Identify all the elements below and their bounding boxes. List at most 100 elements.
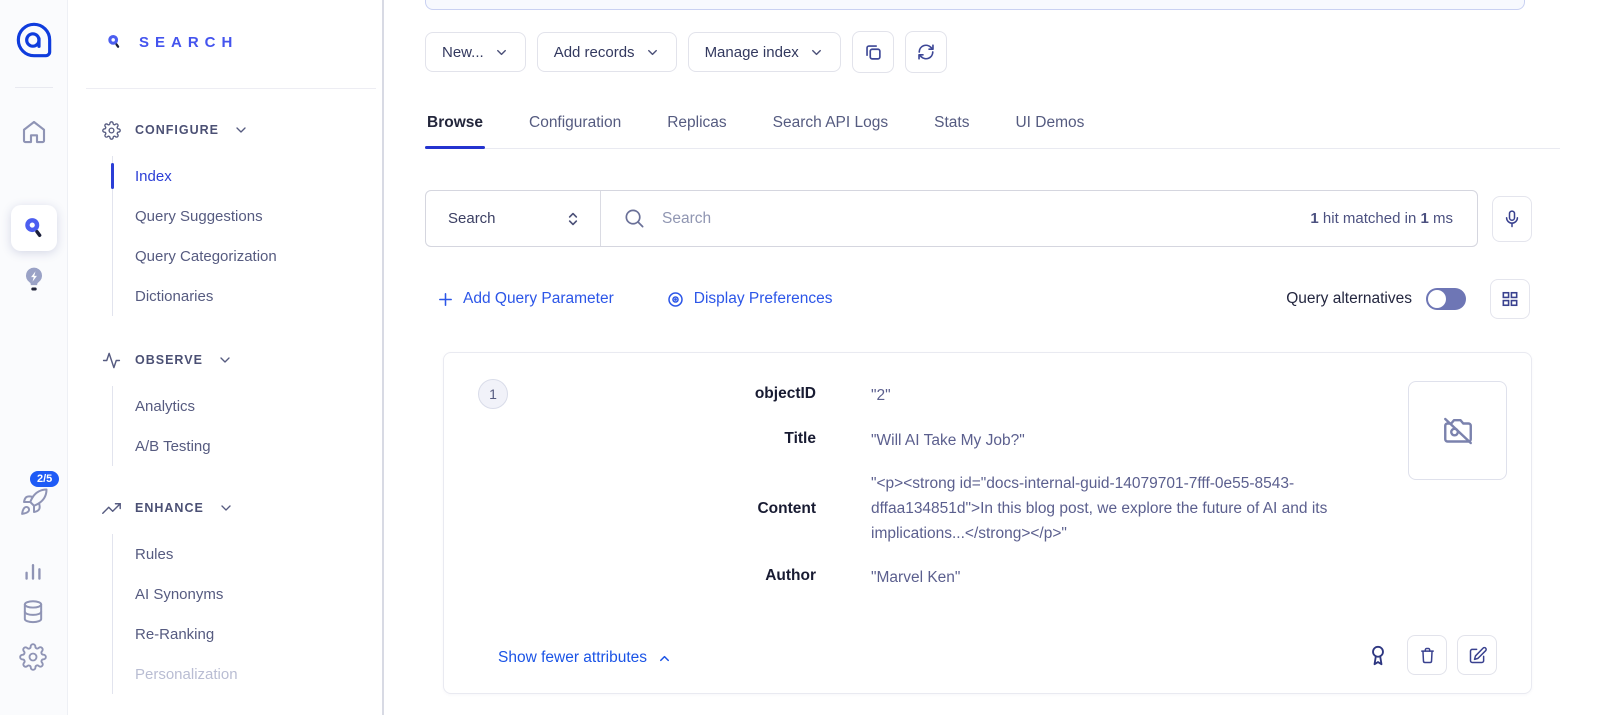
search-input[interactable] [662,210,1310,228]
tab-replicas[interactable]: Replicas [665,106,728,148]
sidebar-item-index[interactable]: Index [113,156,382,196]
hits-status: 1 hit matched in 1 ms [1310,210,1453,227]
section-enhance[interactable]: ENHANCE [68,490,382,526]
trash-icon [1417,645,1438,666]
refresh-button[interactable] [905,31,947,73]
plus-icon [437,291,454,308]
edit-record-button[interactable] [1457,635,1497,675]
attribute-row-title: Title "Will AI Take My Job?" [444,428,1025,453]
edit-pencil-icon [1467,645,1488,666]
lightbulb-icon[interactable] [18,263,48,293]
search-product-icon [104,32,125,53]
query-controls-row: Add Query Parameter Display Preferences … [437,279,1530,319]
grid-icon [1500,289,1520,309]
database-icon[interactable] [19,598,49,628]
rocket-icon[interactable] [19,487,49,517]
index-selector-cutoff [425,0,1525,10]
tab-browse[interactable]: Browse [425,106,485,148]
microphone-icon [1502,209,1522,229]
result-actions [1365,635,1497,675]
voice-search-button[interactable] [1492,196,1532,242]
query-alternatives-toggle[interactable] [1426,288,1466,310]
show-fewer-attributes-link[interactable]: Show fewer attributes [498,649,672,667]
copy-index-button[interactable] [852,31,894,73]
eye-icon [666,290,685,309]
enhance-items: Rules AI Synonyms Re-Ranking Personaliza… [112,534,382,694]
chevron-down-icon [217,352,233,368]
add-query-parameter-link[interactable]: Add Query Parameter [437,290,614,308]
manage-index-label: Manage index [705,44,799,61]
chevron-down-icon [645,45,660,60]
sidebar-item-re-ranking[interactable]: Re-Ranking [113,614,382,654]
chevron-down-icon [233,122,249,138]
sort-chevrons-icon [563,209,583,229]
attribute-row-author: Author "Marvel Ken" [444,565,960,590]
toggle-knob [1428,290,1446,308]
section-observe[interactable]: OBSERVE [68,342,382,378]
manage-index-button[interactable]: Manage index [688,32,841,72]
observe-items: Analytics A/B Testing [112,386,382,466]
result-card: 1 objectID "2" Title "Will AI Take My Jo… [443,352,1532,694]
chevron-down-icon [218,500,234,516]
sidebar-item-query-categorization[interactable]: Query Categorization [113,236,382,276]
sidebar: SEARCH CONFIGURE Index Query Suggestions… [68,0,384,715]
rail-divider [15,87,53,88]
attribute-row-content: Content "<p><strong id="docs-internal-gu… [444,471,1416,546]
search-mode-select[interactable]: Search [426,191,601,246]
attribute-name: Content [444,498,816,519]
gear-icon [102,121,121,140]
sidebar-item-ab-testing[interactable]: A/B Testing [113,426,382,466]
tab-search-api-logs[interactable]: Search API Logs [771,106,890,148]
index-tabs: Browse Configuration Replicas Search API… [425,106,1560,149]
settings-gear-icon[interactable] [19,643,49,673]
chevron-up-icon [657,651,672,666]
add-records-button[interactable]: Add records [537,32,677,72]
tab-stats[interactable]: Stats [932,106,971,148]
index-toolbar: New... Add records Manage index [425,31,947,73]
app-rail: 2/5 [0,0,68,715]
sidebar-item-dictionaries[interactable]: Dictionaries [113,276,382,316]
sidebar-header: SEARCH [68,0,382,89]
search-bar: Search 1 hit matched in 1 ms [425,190,1478,247]
product-title: SEARCH [139,34,238,51]
configure-items: Index Query Suggestions Query Categoriza… [112,156,382,316]
add-records-label: Add records [554,44,635,61]
sidebar-item-analytics[interactable]: Analytics [113,386,382,426]
show-fewer-label: Show fewer attributes [498,649,647,667]
new-button[interactable]: New... [425,32,526,72]
activity-icon [102,351,121,370]
section-configure-label: CONFIGURE [135,123,219,137]
trending-up-icon [102,499,121,518]
attribute-name: Title [444,428,816,449]
display-preferences-link[interactable]: Display Preferences [666,290,833,309]
rail-search-active[interactable] [11,205,57,251]
add-query-parameter-label: Add Query Parameter [463,290,614,308]
sidebar-item-rules[interactable]: Rules [113,534,382,574]
sidebar-item-query-suggestions[interactable]: Query Suggestions [113,196,382,236]
chevron-down-icon [494,45,509,60]
attribute-value: "2" [871,383,891,408]
camera-off-icon [1440,413,1476,449]
attribute-value: "Will AI Take My Job?" [871,428,1025,453]
attribute-name: Author [444,565,816,586]
tab-configuration[interactable]: Configuration [527,106,623,148]
layout-grid-button[interactable] [1490,279,1530,319]
search-icon [20,214,48,242]
award-ribbon-icon[interactable] [1365,642,1391,668]
tab-ui-demos[interactable]: UI Demos [1013,106,1086,148]
attribute-value: "<p><strong id="docs-internal-guid-14079… [871,471,1416,546]
bar-chart-icon[interactable] [19,557,49,587]
algolia-logo-icon[interactable] [14,20,54,60]
section-observe-label: OBSERVE [135,353,203,367]
delete-record-button[interactable] [1407,635,1447,675]
no-image-placeholder [1408,381,1507,480]
display-preferences-label: Display Preferences [694,290,833,308]
section-configure[interactable]: CONFIGURE [68,112,382,148]
sidebar-item-ai-synonyms[interactable]: AI Synonyms [113,574,382,614]
query-alternatives-label: Query alternatives [1286,290,1412,308]
copy-icon [862,41,884,63]
sidebar-item-personalization[interactable]: Personalization [113,654,382,694]
main-content: New... Add records Manage index [386,0,1600,715]
attribute-row-objectid: objectID "2" [444,383,891,408]
home-icon[interactable] [19,117,49,147]
